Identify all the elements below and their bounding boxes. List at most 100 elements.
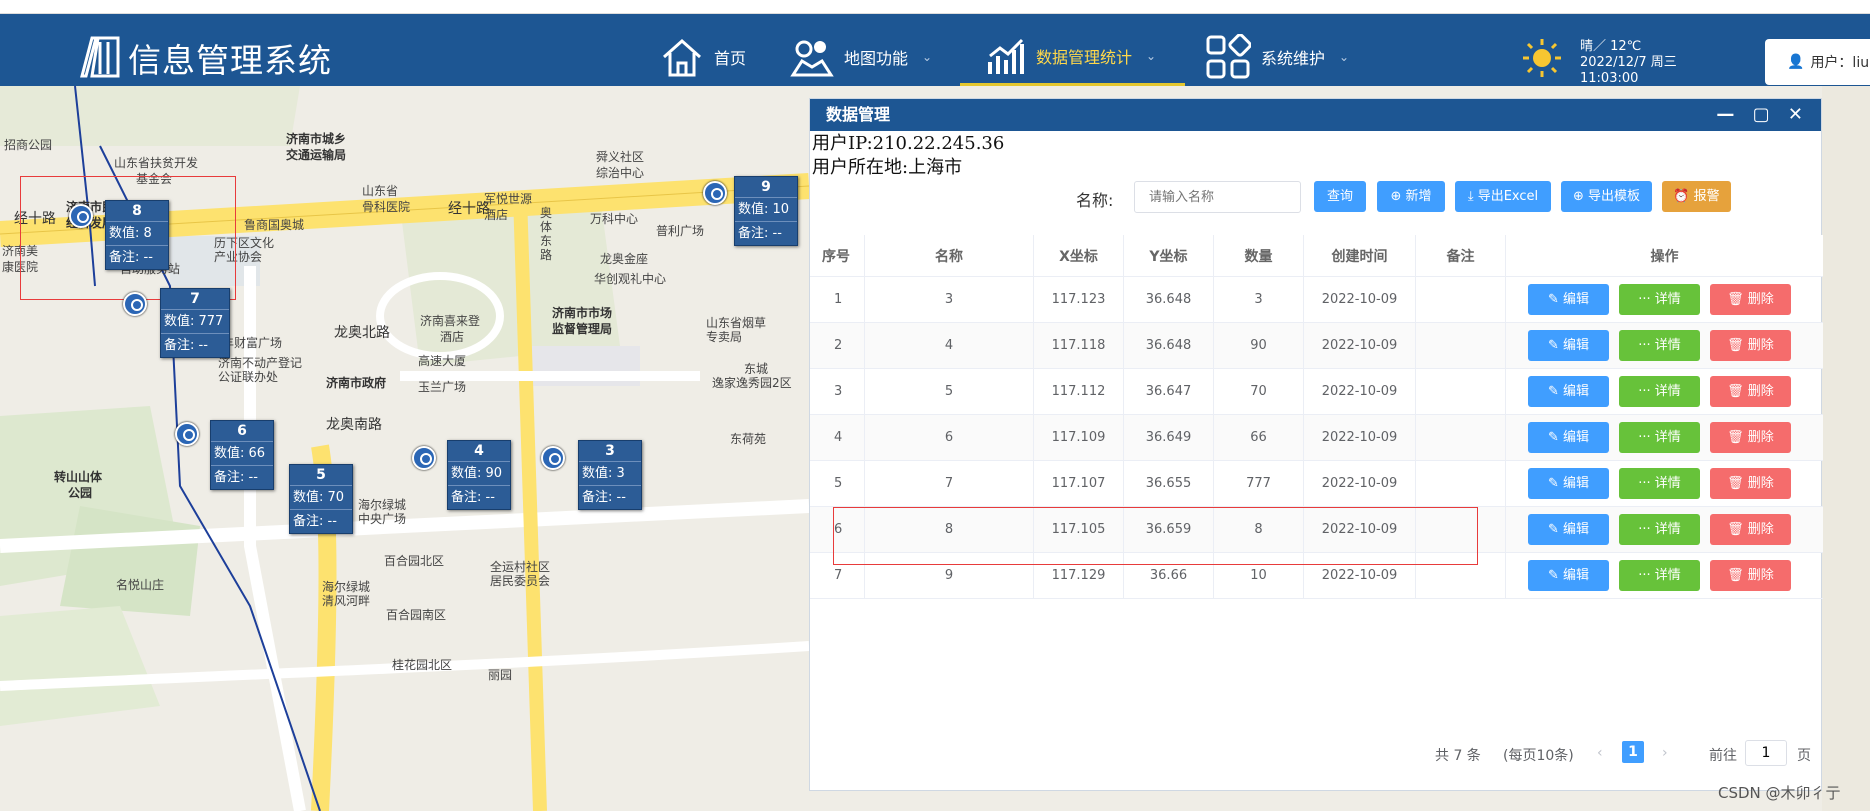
- delete-button[interactable]: 🗑 删除: [1710, 284, 1791, 315]
- detail-button[interactable]: ··· 详情: [1619, 560, 1700, 591]
- map-label: 专卖局: [706, 330, 743, 344]
- browser-top-strip: [0, 0, 1870, 14]
- next-page-button[interactable]: ›: [1662, 745, 1668, 761]
- delete-button[interactable]: 🗑 删除: [1710, 468, 1791, 499]
- export-excel-button[interactable]: ⤓ 导出Excel: [1455, 181, 1551, 212]
- popup-note: 备注: --: [161, 333, 229, 357]
- map-marker[interactable]: [703, 181, 727, 205]
- pager-per-page: (每页10条): [1503, 748, 1574, 764]
- table-header: 序号 名称 X坐标 Y坐标 数量 创建时间 备注 操作: [810, 235, 1823, 277]
- map-label: 清风河畔: [322, 594, 371, 608]
- map-label: 丽园: [488, 668, 513, 682]
- cell-note: [1416, 369, 1506, 414]
- cell-name: 4: [865, 323, 1034, 368]
- user-menu[interactable]: 👤 用户：liu: [1765, 39, 1870, 85]
- detail-button[interactable]: ··· 详情: [1619, 330, 1700, 361]
- map-label: 百合园北区: [384, 554, 445, 568]
- chevron-down-icon: ⌄: [1339, 50, 1350, 64]
- user-ip: 用户IP:210.22.245.36: [812, 133, 1005, 154]
- detail-button[interactable]: ··· 详情: [1619, 422, 1700, 453]
- edit-button[interactable]: ✎ 编辑: [1528, 330, 1609, 361]
- edit-button[interactable]: ✎ 编辑: [1528, 560, 1609, 591]
- cell-x: 117.112: [1034, 369, 1124, 414]
- popup-note: 备注: --: [448, 485, 510, 509]
- edit-button[interactable]: ✎ 编辑: [1528, 376, 1609, 407]
- add-button[interactable]: ⊕ 新增: [1377, 181, 1445, 212]
- detail-button[interactable]: ··· 详情: [1619, 376, 1700, 407]
- detail-button[interactable]: ··· 详情: [1619, 468, 1700, 499]
- nav-map-label: 地图功能: [844, 49, 909, 68]
- column-header: 操作: [1650, 248, 1679, 265]
- detail-button[interactable]: ··· 详情: [1619, 284, 1700, 315]
- nav-system-label: 系统维护: [1261, 49, 1326, 68]
- nav-system[interactable]: 系统维护 ⌄: [1205, 28, 1349, 86]
- edit-button[interactable]: ✎ 编辑: [1528, 284, 1609, 315]
- user-label: 用户：liu: [1810, 55, 1870, 71]
- map-popup[interactable]: 3 数值: 3 备注: --: [578, 440, 642, 510]
- delete-button[interactable]: 🗑 删除: [1710, 514, 1791, 545]
- cell-operations: ✎ 编辑 ··· 详情 🗑 删除: [1506, 507, 1823, 552]
- export-template-button[interactable]: ⊕ 导出模板: [1561, 181, 1652, 212]
- user-location: 用户所在地:上海市: [812, 157, 963, 178]
- detail-button[interactable]: ··· 详情: [1619, 514, 1700, 545]
- name-search-input[interactable]: [1134, 181, 1301, 213]
- map-marker[interactable]: [412, 446, 436, 470]
- delete-button[interactable]: 🗑 删除: [1710, 376, 1791, 407]
- edit-button[interactable]: ✎ 编辑: [1528, 422, 1609, 453]
- query-button[interactable]: 查询: [1314, 181, 1366, 212]
- cell-qty: 777: [1214, 461, 1304, 506]
- map-label: 转山山体: [54, 470, 103, 484]
- page-1-button[interactable]: 1: [1622, 741, 1644, 763]
- app-header: 信息管理系统 首页 地图功能 ⌄ 数据管理统计 ⌄ 系统维护 ⌄ 晴／ 12℃ …: [0, 14, 1870, 86]
- pager-total: 共 7 条: [1435, 748, 1481, 764]
- cell-operations: ✎ 编辑 ··· 详情 🗑 删除: [1506, 415, 1823, 460]
- home-icon: [663, 38, 701, 77]
- map-marker[interactable]: [69, 204, 93, 228]
- cell-operations: ✎ 编辑 ··· 详情 🗑 删除: [1506, 277, 1823, 322]
- map-label: 普利广场: [656, 224, 705, 238]
- cell-idx: 3: [810, 369, 865, 414]
- map-marker[interactable]: [541, 446, 565, 470]
- cell-operations: ✎ 编辑 ··· 详情 🗑 删除: [1506, 323, 1823, 368]
- delete-button[interactable]: 🗑 删除: [1710, 330, 1791, 361]
- table-row: 3 5 117.112 36.647 70 2022-10-09 ✎ 编辑 ··· 详情 🗑 删…: [810, 369, 1823, 415]
- cell-y: 36.647: [1124, 369, 1214, 414]
- map-marker[interactable]: [175, 422, 199, 446]
- prev-page-button[interactable]: ‹: [1597, 745, 1603, 761]
- alarm-button[interactable]: ⏰ 报警: [1662, 181, 1731, 212]
- cell-y: 36.648: [1124, 277, 1214, 322]
- cell-qty: 66: [1214, 415, 1304, 460]
- weather-info: 晴／ 12℃ 2022/12/7 周三 11:03:00: [1580, 39, 1677, 87]
- goto-page-input[interactable]: [1745, 740, 1787, 766]
- cell-date: 2022-10-09: [1304, 415, 1416, 460]
- popup-id: 9: [761, 179, 771, 195]
- map-popup[interactable]: 9 数值: 10 备注: --: [734, 176, 798, 246]
- delete-button[interactable]: 🗑 删除: [1710, 560, 1791, 591]
- map-popup[interactable]: 8 数值: 8 备注: --: [105, 200, 169, 270]
- map-popup[interactable]: 4 数值: 90 备注: --: [447, 440, 511, 510]
- map-popup[interactable]: 6 数值: 66 备注: --: [210, 420, 274, 490]
- map-label: 奥体东路: [540, 206, 553, 262]
- map-label: 万科中心: [590, 212, 639, 226]
- delete-button[interactable]: 🗑 删除: [1710, 422, 1791, 453]
- sun-icon: [1523, 39, 1561, 77]
- table-row: 4 6 117.109 36.649 66 2022-10-09 ✎ 编辑 ··· 详情 🗑 删…: [810, 415, 1823, 461]
- edit-button[interactable]: ✎ 编辑: [1528, 468, 1609, 499]
- dialog-title: 数据管理: [826, 105, 891, 124]
- popup-value: 数值: 10: [735, 197, 797, 221]
- map-road-label: 经十路: [448, 201, 490, 217]
- popup-id: 5: [316, 467, 326, 483]
- nav-map[interactable]: 地图功能 ⌄: [790, 28, 932, 86]
- edit-button[interactable]: ✎ 编辑: [1528, 514, 1609, 545]
- window-controls-icon[interactable]: — ▢ ✕: [1716, 99, 1809, 131]
- weather-date: 2022/12/7 周三: [1580, 55, 1677, 70]
- popup-value: 数值: 66: [211, 441, 273, 465]
- nav-home[interactable]: 首页: [660, 28, 746, 86]
- user-icon: 👤: [1787, 54, 1805, 70]
- map-label: 名悦山庄: [116, 578, 165, 592]
- map-marker[interactable]: [123, 292, 147, 316]
- map-popup[interactable]: 7 数值: 777 备注: --: [160, 288, 230, 358]
- map-road-label: 龙奥南路: [326, 417, 382, 433]
- map-popup[interactable]: 5 数值: 70 备注: --: [289, 464, 353, 534]
- nav-data-stats[interactable]: 数据管理统计 ⌄: [960, 28, 1185, 86]
